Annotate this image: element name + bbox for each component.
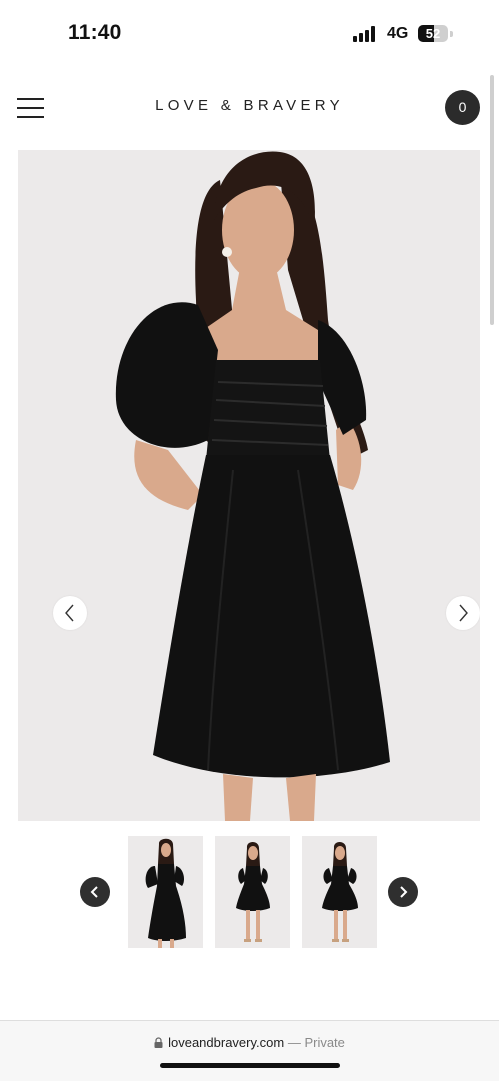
chevron-right-icon xyxy=(459,604,468,622)
home-indicator[interactable] xyxy=(160,1063,340,1068)
thumbnail-2[interactable] xyxy=(215,836,290,948)
url-text: loveandbravery.com xyxy=(168,1035,285,1050)
next-image-button[interactable] xyxy=(446,596,480,630)
battery-icon: 52 xyxy=(418,25,448,42)
cart-button[interactable]: 0 xyxy=(445,90,480,125)
cart-count: 0 xyxy=(458,99,467,115)
chevron-left-icon xyxy=(65,604,74,622)
thumbnail-prev-button[interactable] xyxy=(80,877,110,907)
url-display[interactable]: loveandbravery.com — Private xyxy=(0,1035,499,1050)
browser-address-bar[interactable]: loveandbravery.com — Private xyxy=(0,1020,499,1081)
battery-tip xyxy=(450,31,453,37)
status-bar: 11:40 4G 52 xyxy=(0,0,499,68)
cellular-signal-icon xyxy=(353,26,381,42)
status-time: 11:40 xyxy=(68,21,122,44)
network-type: 4G xyxy=(387,25,409,42)
site-header: LOVE & BRAVERY 0 xyxy=(0,78,499,138)
previous-image-button[interactable] xyxy=(53,596,87,630)
thumbnail-next-button[interactable] xyxy=(388,877,418,907)
scroll-indicator xyxy=(490,75,494,325)
url-separator: — xyxy=(287,1035,301,1050)
battery-percent: 52 xyxy=(425,26,441,41)
brand-logo[interactable]: LOVE & BRAVERY xyxy=(0,97,499,114)
private-mode-label: Private xyxy=(304,1035,345,1050)
lock-icon xyxy=(154,1037,163,1048)
chevron-left-icon xyxy=(90,886,98,898)
thumbnail-3[interactable] xyxy=(302,836,377,948)
chevron-right-icon xyxy=(400,886,408,898)
thumbnail-1[interactable] xyxy=(128,836,203,948)
product-main-image[interactable] xyxy=(18,150,480,821)
